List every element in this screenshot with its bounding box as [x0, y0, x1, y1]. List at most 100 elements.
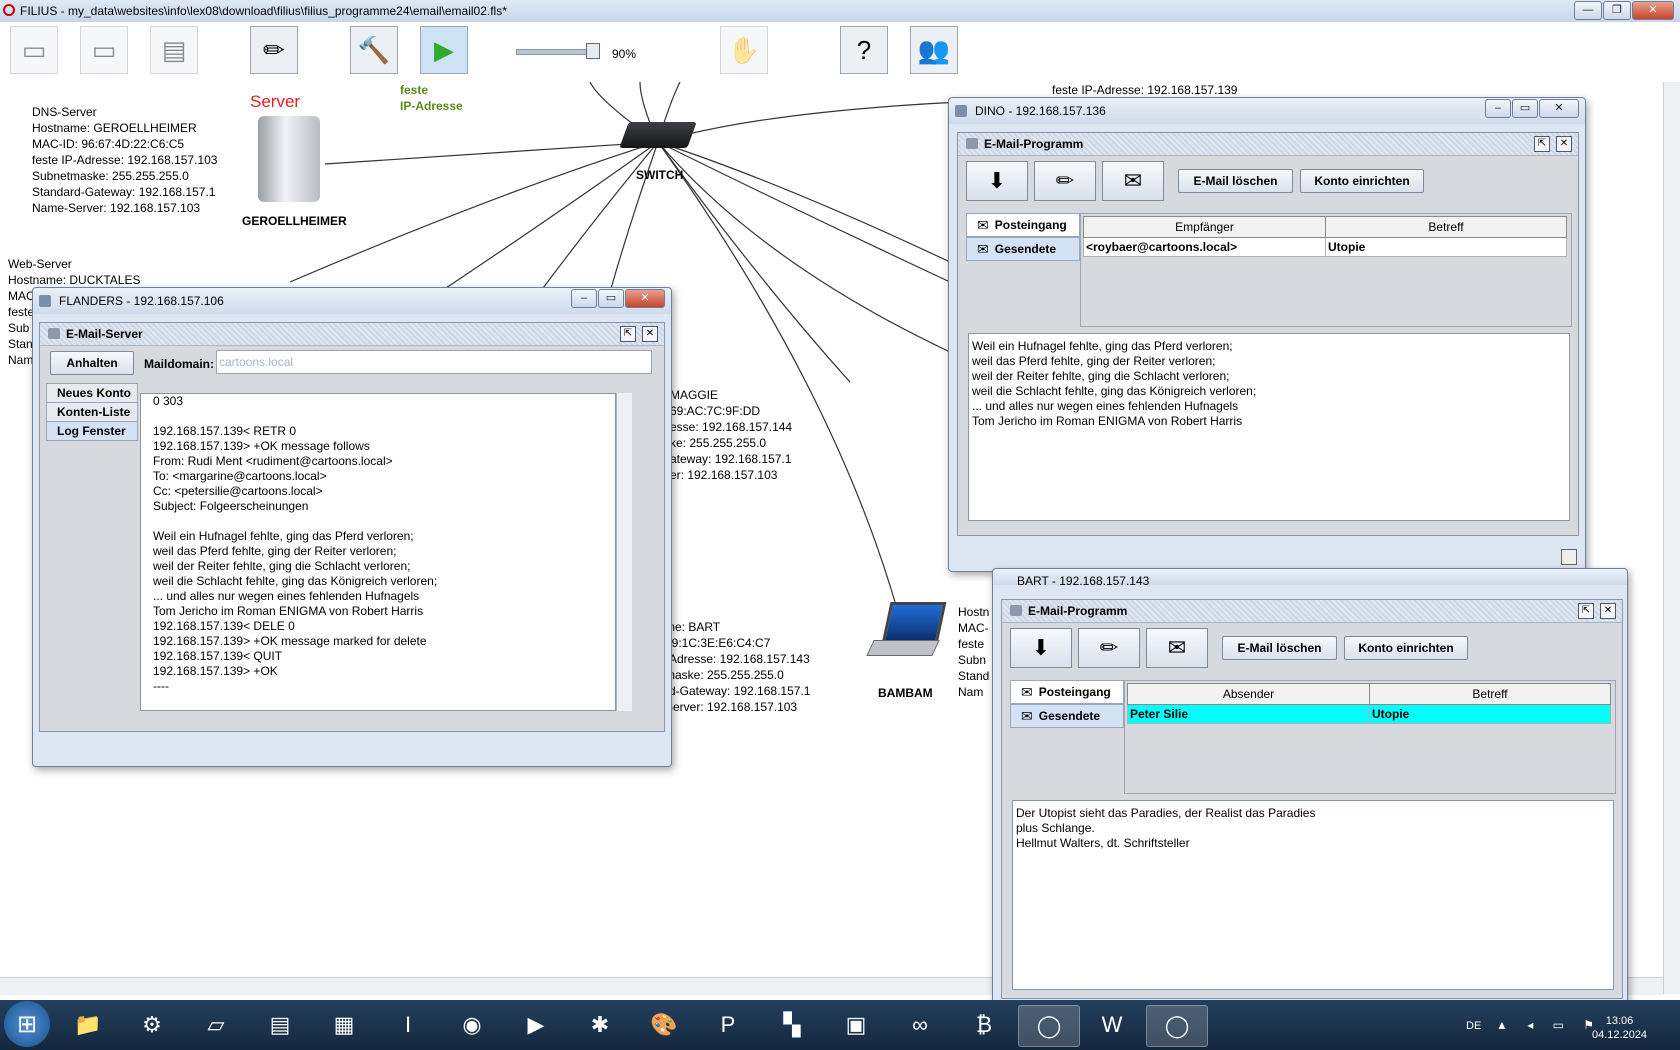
server-icon[interactable]	[258, 116, 320, 202]
app-icon[interactable]: ✱	[570, 1005, 630, 1045]
email-server-title: E-Mail-Server	[66, 327, 143, 341]
email-app-icon	[1010, 605, 1022, 616]
top-partial-info: feste IP-Adresse: 192.168.157.139	[1052, 83, 1238, 97]
filius-app-icon	[3, 4, 15, 16]
reply-mail-icon[interactable]: ✉	[1146, 628, 1208, 668]
bart-window[interactable]: BART - 192.168.157.143 E-Mail-Programm ⇱…	[992, 568, 1628, 1006]
clock[interactable]: 13:06 04.12.2024	[1592, 1014, 1647, 1042]
compose-mail-icon[interactable]: ✏	[1034, 161, 1096, 201]
cell-betreff[interactable]: Utopie	[1369, 704, 1611, 724]
dino-window[interactable]: DINO - 192.168.157.136 – ▭ ✕ E-Mail-Prog…	[948, 97, 1586, 572]
media-icon[interactable]: ▶	[506, 1005, 566, 1045]
paint-icon[interactable]: 🎨	[634, 1005, 694, 1045]
bitcoin-icon[interactable]: ₿	[954, 1005, 1014, 1045]
close-icon[interactable]: ✕	[1556, 136, 1572, 152]
detach-icon[interactable]: ⇱	[1534, 136, 1550, 152]
switch-label: SWITCH	[636, 168, 684, 182]
table-row[interactable]: <roybaer@cartoons.local> Utopie	[1083, 237, 1567, 257]
reply-mail-icon[interactable]: ✉	[1102, 161, 1164, 201]
email-server-panel: E-Mail-Server ⇱ ✕ Anhalten Maildomain: c…	[39, 322, 665, 732]
minimize-button[interactable]: –	[571, 289, 597, 308]
mail-list: Absender Betreff Peter Silie Utopie	[1124, 680, 1616, 794]
konto-einrichten-button[interactable]: Konto einrichten	[1300, 169, 1424, 193]
p-app-icon[interactable]: P	[698, 1005, 758, 1045]
chart-icon[interactable]: ▚	[762, 1005, 822, 1045]
chrome-icon[interactable]: ◉	[442, 1005, 502, 1045]
dino-email-title: E-Mail-Programm	[984, 137, 1084, 151]
log-scrollbar[interactable]	[616, 393, 632, 711]
maximize-button[interactable]: ▭	[598, 289, 624, 308]
filius-icon[interactable]: ◯	[1146, 1005, 1208, 1047]
new-icon[interactable]: ▭	[10, 26, 58, 74]
flanders-window[interactable]: FLANDERS - 192.168.157.106 – ▭ ✕ E-Mail-…	[32, 287, 672, 767]
info-icon[interactable]: 👥	[910, 26, 958, 74]
compose-mail-icon[interactable]: ✏	[1078, 628, 1140, 668]
edit-mode-icon[interactable]: ✏	[250, 26, 298, 74]
maildomain-input[interactable]: cartoons.local	[216, 350, 652, 374]
log-window[interactable]: 0 303 192.168.157.139< RETR 0 192.168.15…	[140, 393, 616, 711]
tool-icon[interactable]: I	[378, 1005, 438, 1045]
tab-konten-liste[interactable]: Konten-Liste	[46, 402, 138, 422]
notes-icon[interactable]: ▱	[186, 1005, 246, 1045]
close-button[interactable]: ✕	[1539, 99, 1579, 118]
flanders-title-bar[interactable]: FLANDERS - 192.168.157.106 – ▭ ✕	[33, 288, 671, 314]
feste-ip-label: feste IP-Adresse	[400, 83, 463, 113]
laptop-icon[interactable]	[866, 602, 947, 660]
open-icon[interactable]: ▭	[80, 26, 128, 74]
anhalten-button[interactable]: Anhalten	[50, 351, 134, 375]
mail-body[interactable]: Der Utopist sieht das Paradies, der Real…	[1012, 800, 1614, 990]
maximize-button[interactable]: ❐	[1603, 1, 1631, 20]
vertical-scrollbar[interactable]	[1663, 82, 1680, 994]
window-title: FILIUS - my_data\websites\info\lex08\dow…	[20, 4, 507, 18]
settings-icon[interactable]: ⚙	[122, 1005, 182, 1045]
tray-icons[interactable]: ▲ ◂ ▭ ⚑	[1496, 1018, 1602, 1032]
mail-body[interactable]: Weil ein Hufnagel fehlte, ging das Pferd…	[968, 333, 1570, 521]
bart-title-bar[interactable]: BART - 192.168.157.143	[993, 569, 1627, 588]
minimize-button[interactable]: –	[1485, 99, 1511, 118]
save-icon[interactable]: ▤	[150, 26, 198, 74]
tab-gesendete[interactable]: ✉ Gesendete	[1010, 704, 1124, 728]
tab-neues-konto[interactable]: Neues Konto	[46, 383, 138, 403]
run-simulation-icon[interactable]: ▶	[420, 26, 468, 74]
explorer-icon[interactable]: 📁	[58, 1005, 118, 1045]
table-row[interactable]: Peter Silie Utopie	[1127, 704, 1611, 724]
clock-time: 13:06	[1605, 1015, 1634, 1027]
archive-icon[interactable]: ▤	[250, 1005, 310, 1045]
close-icon[interactable]: ✕	[642, 326, 658, 342]
language-indicator[interactable]: DE	[1466, 1020, 1481, 1032]
detach-icon[interactable]: ⇱	[1578, 603, 1594, 619]
cell-absender[interactable]: Peter Silie	[1127, 704, 1370, 724]
bambam-label: BAMBAM	[878, 686, 933, 700]
close-button[interactable]: ✕	[625, 289, 665, 308]
tab-posteingang[interactable]: ✉ Posteingang	[966, 213, 1080, 237]
arduino-icon[interactable]: ∞	[890, 1005, 950, 1045]
speed-slider-thumb[interactable]	[586, 43, 600, 59]
dino-title-bar[interactable]: DINO - 192.168.157.136 – ▭ ✕	[949, 98, 1585, 124]
close-button[interactable]: ✕	[1632, 1, 1674, 20]
media-app-icon[interactable]: ▣	[826, 1005, 886, 1045]
help-icon[interactable]: ?	[840, 26, 888, 74]
tab-gesendete[interactable]: ✉ Gesendete	[966, 237, 1080, 261]
word-icon[interactable]: W	[1082, 1005, 1142, 1045]
receive-mail-icon[interactable]: ⬇	[1010, 628, 1072, 668]
cell-empfaenger[interactable]: <roybaer@cartoons.local>	[1083, 237, 1326, 257]
detach-icon[interactable]: ⇱	[620, 326, 636, 342]
tab-posteingang[interactable]: ✉ Posteingang	[1010, 680, 1124, 704]
maximize-button[interactable]: ▭	[1512, 99, 1538, 118]
email-server-header: E-Mail-Server ⇱ ✕	[40, 323, 664, 346]
minimize-button[interactable]: —	[1574, 1, 1602, 20]
close-icon[interactable]: ✕	[1600, 603, 1616, 619]
email-loeschen-button[interactable]: E-Mail löschen	[1178, 169, 1293, 193]
build-mode-icon[interactable]: 🔨	[350, 26, 398, 74]
calculator-icon[interactable]: ▦	[314, 1005, 374, 1045]
konto-einrichten-button[interactable]: Konto einrichten	[1344, 636, 1468, 660]
filius-icon[interactable]: ◯	[1018, 1005, 1080, 1047]
resize-icon[interactable]	[1561, 549, 1577, 565]
bart-email-header: E-Mail-Programm ⇱ ✕	[1002, 600, 1622, 623]
cell-betreff[interactable]: Utopie	[1325, 237, 1567, 257]
email-loeschen-button[interactable]: E-Mail löschen	[1222, 636, 1337, 660]
tab-log-fenster[interactable]: Log Fenster	[46, 421, 138, 441]
switch-icon[interactable]	[619, 122, 697, 148]
window-icon	[955, 105, 967, 117]
receive-mail-icon[interactable]: ⬇	[966, 161, 1028, 201]
